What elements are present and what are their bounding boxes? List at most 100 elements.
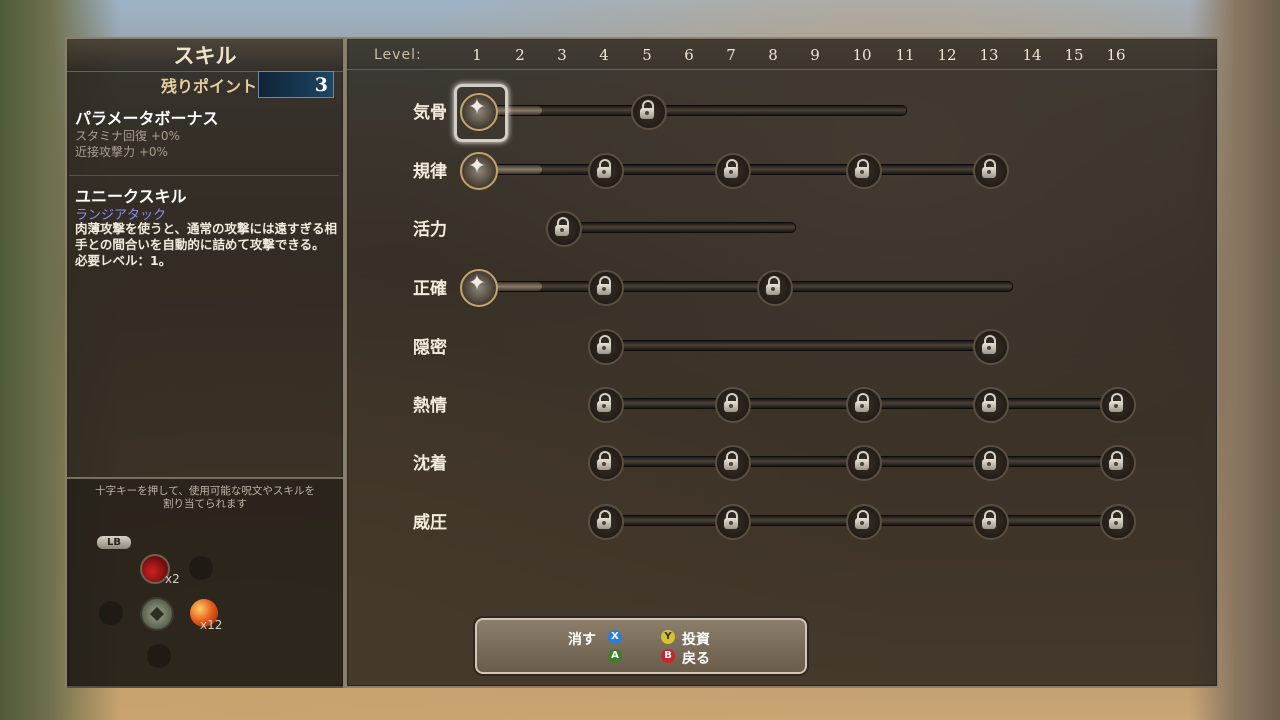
locked-perk-lock-icon[interactable]	[711, 149, 751, 189]
lock-keyhole	[729, 170, 733, 174]
star-icon: ✦	[467, 271, 487, 296]
skill-progress-track	[477, 281, 1013, 292]
locked-perk-lock-icon[interactable]	[969, 149, 1009, 189]
level-number: 14	[1022, 46, 1042, 64]
a-button-icon[interactable]: A	[608, 649, 622, 663]
unlocked-perk-star-icon[interactable]: ✦	[457, 266, 498, 307]
skill-name: 熱情	[413, 396, 447, 416]
level-number: 12	[937, 46, 957, 64]
lock-keyhole	[860, 404, 864, 408]
lock-keyhole	[602, 404, 606, 408]
x-button-icon[interactable]: X	[608, 630, 622, 644]
star-icon: ✦	[467, 154, 487, 179]
locked-perk-lock-icon[interactable]	[542, 207, 582, 247]
button-prompt-bar: 消す X A Y 投資 B 戻る	[475, 618, 807, 674]
locked-perk-lock-icon[interactable]	[584, 266, 624, 306]
skill-name: 活力	[413, 220, 447, 240]
quick-slot-panel: 十字キーを押して、使用可能な呪文やスキルを 割り当てられます LB x2 x12	[67, 477, 343, 688]
locked-perk-lock-icon[interactable]	[753, 266, 793, 306]
lock-keyhole	[602, 287, 606, 291]
empty-slot[interactable]	[147, 644, 171, 668]
skill-name: 正確	[413, 279, 447, 299]
level-number: 2	[515, 46, 525, 64]
level-number: 4	[599, 46, 609, 64]
b-button-icon[interactable]: B	[661, 649, 675, 663]
lock-keyhole	[602, 462, 606, 466]
param-line-stamina: スタミナ回復 +0%	[75, 129, 180, 143]
remaining-points-value: 3	[258, 71, 334, 98]
y-button-icon[interactable]: Y	[661, 630, 675, 644]
level-number: 8	[768, 46, 778, 64]
level-header: Level: 1 2 3 4 5 6 7 8 9 10 11 12 13 14 15 16	[347, 39, 1217, 70]
level-number: 11	[895, 46, 915, 64]
locked-perk-lock-icon[interactable]	[584, 149, 624, 189]
locked-perk-lock-icon[interactable]	[584, 325, 624, 365]
locked-perk-lock-icon[interactable]	[584, 441, 624, 481]
locked-perk-lock-icon[interactable]	[584, 383, 624, 423]
lb-button-icon: LB	[97, 536, 131, 549]
locked-perk-lock-icon[interactable]	[1096, 500, 1136, 540]
locked-perk-lock-icon[interactable]	[969, 441, 1009, 481]
locked-perk-lock-icon[interactable]	[584, 500, 624, 540]
skill-name: 気骨	[413, 103, 447, 123]
lock-keyhole	[1114, 521, 1118, 525]
invest-label: 投資	[682, 632, 710, 648]
remaining-points-label: 残りポイント	[160, 77, 257, 96]
lock-keyhole	[560, 228, 564, 232]
locked-perk-lock-icon[interactable]	[969, 500, 1009, 540]
locked-perk-lock-icon[interactable]	[627, 90, 667, 130]
lock-keyhole	[987, 521, 991, 525]
empty-slot[interactable]	[99, 601, 123, 625]
skill-tree-panel: Level: 1 2 3 4 5 6 7 8 9 10 11 12 13 14 15 16 気骨 ✦ 規律 ✦ 活力正…	[345, 37, 1219, 688]
lock-keyhole	[729, 404, 733, 408]
lock-keyhole	[987, 170, 991, 174]
apple-count: x12	[200, 618, 223, 632]
skill-progress-track	[604, 340, 991, 351]
back-label: 戻る	[682, 651, 710, 667]
lock-keyhole	[987, 346, 991, 350]
lock-keyhole	[729, 462, 733, 466]
level-number: 7	[726, 46, 736, 64]
param-line-melee: 近接攻撃力 +0%	[75, 145, 168, 159]
lock-keyhole	[645, 111, 649, 115]
skill-progress-track	[562, 222, 796, 233]
locked-perk-lock-icon[interactable]	[711, 441, 751, 481]
lock-keyhole	[860, 170, 864, 174]
skill-name: 沈着	[413, 454, 447, 474]
locked-perk-lock-icon[interactable]	[842, 500, 882, 540]
lock-keyhole	[602, 346, 606, 350]
level-number: 10	[852, 46, 872, 64]
level-number: 15	[1064, 46, 1084, 64]
lock-keyhole	[987, 462, 991, 466]
level-number: 16	[1106, 46, 1126, 64]
locked-perk-lock-icon[interactable]	[711, 383, 751, 423]
locked-perk-lock-icon[interactable]	[969, 325, 1009, 365]
dpad-icon	[140, 597, 174, 631]
level-number: 3	[557, 46, 567, 64]
lock-keyhole	[729, 521, 733, 525]
empty-slot[interactable]	[189, 556, 213, 580]
locked-perk-lock-icon[interactable]	[711, 500, 751, 540]
locked-perk-lock-icon[interactable]	[842, 441, 882, 481]
level-number: 9	[810, 46, 820, 64]
level-label: Level:	[374, 47, 422, 63]
lock-keyhole	[1114, 404, 1118, 408]
skill-name: 隠密	[413, 338, 447, 358]
lock-keyhole	[771, 287, 775, 291]
level-number: 13	[979, 46, 999, 64]
locked-perk-lock-icon[interactable]	[842, 149, 882, 189]
locked-perk-lock-icon[interactable]	[969, 383, 1009, 423]
locked-perk-lock-icon[interactable]	[842, 383, 882, 423]
level-number: 1	[472, 46, 482, 64]
skill-name: 規律	[413, 162, 447, 182]
unlocked-perk-star-icon[interactable]: ✦	[457, 149, 498, 190]
locked-perk-lock-icon[interactable]	[1096, 441, 1136, 481]
locked-perk-lock-icon[interactable]	[1096, 383, 1136, 423]
quick-slot-hint-line2: 割り当てられます	[163, 498, 247, 510]
lock-keyhole	[602, 170, 606, 174]
lock-keyhole	[1114, 462, 1118, 466]
lock-keyhole	[987, 404, 991, 408]
selection-cursor	[454, 84, 508, 142]
lock-keyhole	[602, 521, 606, 525]
lock-keyhole	[860, 462, 864, 466]
